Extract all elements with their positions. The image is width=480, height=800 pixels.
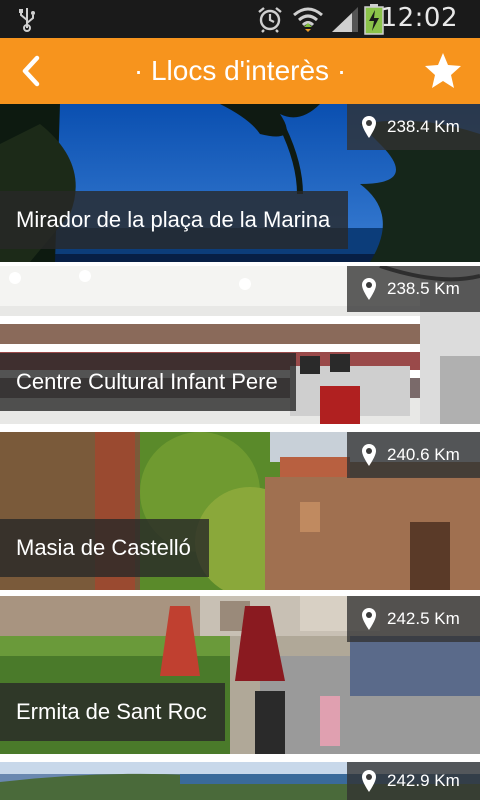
clock: 12:02 [380, 3, 458, 33]
place-card[interactable]: 238.4 Km Mirador de la plaça de la Marin… [0, 104, 480, 262]
place-card[interactable]: 240.6 Km Masia de Castelló [0, 432, 480, 590]
distance-value: 242.9 Km [387, 771, 460, 790]
location-pin-icon [362, 608, 376, 630]
usb-icon [19, 8, 35, 32]
chevron-left-icon [22, 55, 40, 87]
status-bar: 12:02 [0, 0, 480, 38]
distance-value: 240.6 Km [387, 445, 460, 464]
place-name: Masia de Castelló [0, 519, 209, 577]
location-pin-icon [362, 116, 376, 138]
place-card[interactable]: 242.9 Km [0, 762, 480, 800]
distance-badge: 238.5 Km [347, 266, 480, 312]
location-pin-icon [362, 770, 376, 792]
wifi-icon [293, 7, 323, 32]
distance-value: 238.5 Km [387, 279, 460, 298]
place-name: Mirador de la plaça de la Marina [0, 191, 349, 249]
distance-value: 242.5 Km [387, 609, 460, 628]
place-name: Ermita de Sant Roc [0, 683, 225, 741]
page-title: · Llocs d'interès · [133, 55, 347, 86]
app-header: · Llocs d'interès · [0, 38, 480, 104]
distance-value: 238.4 Km [387, 117, 460, 136]
signal-icon [332, 7, 358, 32]
star-icon [425, 53, 461, 88]
alarm-icon [258, 7, 282, 33]
distance-badge: 242.5 Km [347, 596, 480, 642]
distance-badge: 240.6 Km [347, 432, 480, 478]
distance-badge: 242.9 Km [347, 762, 480, 800]
location-pin-icon [362, 278, 376, 300]
back-button[interactable] [6, 46, 56, 96]
place-card[interactable]: 238.5 Km Centre Cultural Infant Pere [0, 266, 480, 424]
location-pin-icon [362, 444, 376, 466]
distance-badge: 238.4 Km [347, 104, 480, 150]
favorite-button[interactable] [418, 46, 468, 96]
place-card[interactable]: 242.5 Km Ermita de Sant Roc [0, 596, 480, 754]
place-name: Centre Cultural Infant Pere [0, 353, 296, 411]
